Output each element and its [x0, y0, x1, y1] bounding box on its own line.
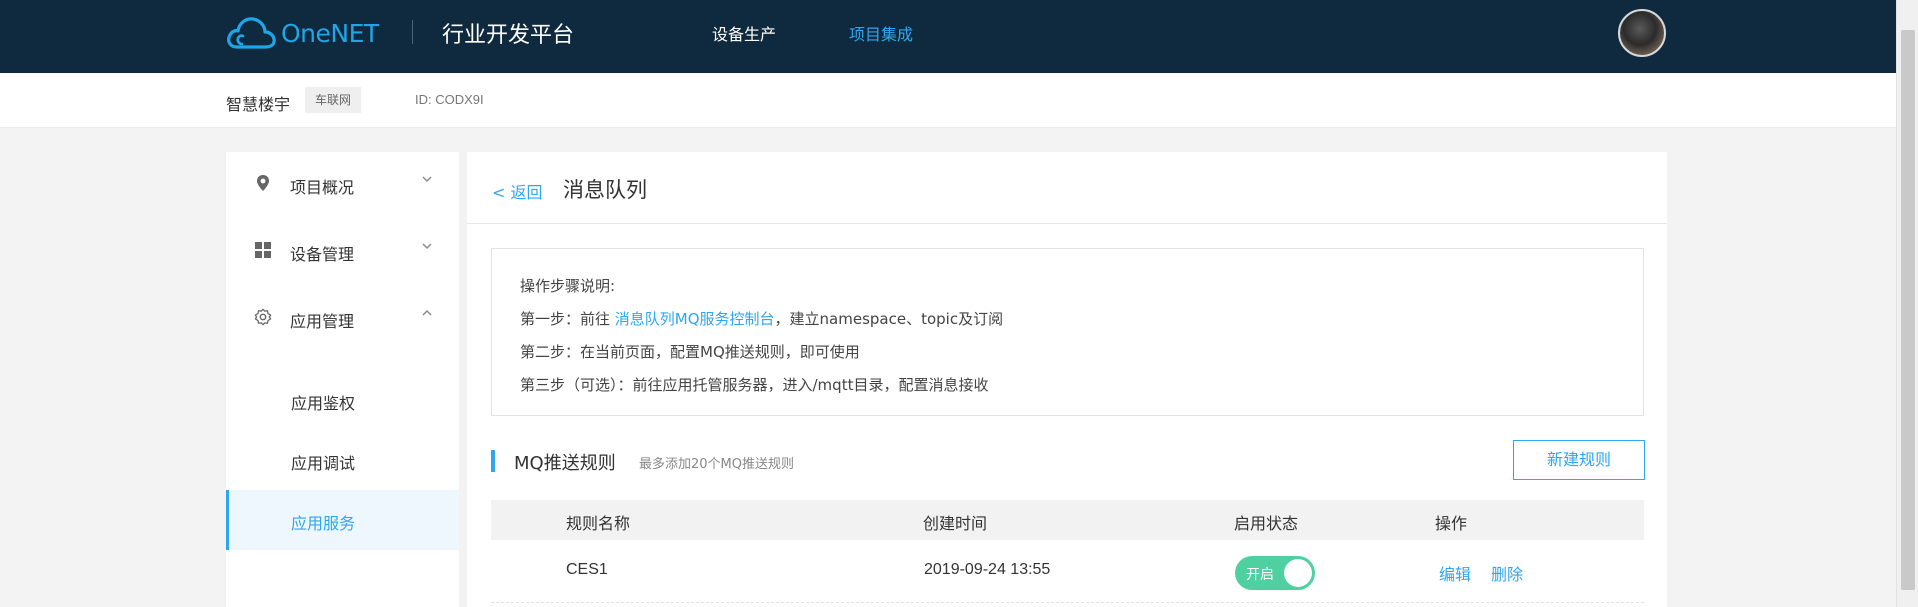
column-header-status: 启用状态 [1234, 514, 1299, 533]
new-rule-button[interactable]: 新建规则 [1513, 440, 1645, 480]
logo-text: OneNET [281, 18, 379, 48]
page-scrollbar[interactable] [1896, 0, 1918, 607]
main-panel: < 返回 消息队列 操作步骤说明: 第一步：前往 消息队列MQ服务控制台，建立n… [467, 152, 1667, 607]
sidebar-group-device-management[interactable]: 设备管理 [226, 219, 459, 279]
mq-console-link[interactable]: 消息队列MQ服务控制台 [615, 310, 775, 328]
step-1-prefix: 第一步：前往 [520, 310, 615, 328]
location-pin-icon [257, 175, 269, 191]
delete-link[interactable]: 删除 [1491, 561, 1523, 585]
sidebar-group-project-overview[interactable]: 项目概况 [226, 152, 459, 212]
section-accent-bar [491, 450, 495, 472]
project-name: 智慧楼宇 [226, 95, 291, 114]
sidebar-item-app-service[interactable]: 应用服务 [226, 490, 459, 550]
status-toggle[interactable]: 开启 [1235, 556, 1315, 590]
column-header-name: 规则名称 [566, 514, 631, 533]
chevron-down-icon [422, 243, 432, 249]
user-avatar[interactable] [1618, 9, 1666, 57]
chevron-up-icon [422, 310, 432, 316]
table-header: 规则名称 创建时间 启用状态 操作 [491, 500, 1644, 540]
created-time-cell: 2019-09-24 13:55 [924, 561, 1051, 578]
sidebar-group-label: 设备管理 [290, 245, 355, 264]
column-header-created: 创建时间 [923, 514, 988, 533]
nav-device-production[interactable]: 设备生产 [712, 21, 776, 45]
sidebar-item-label: 应用调试 [291, 454, 356, 473]
section-hint: 最多添加20个MQ推送规则 [639, 457, 794, 472]
chevron-down-icon [422, 176, 432, 182]
toggle-label: 开启 [1246, 567, 1274, 583]
sidebar-group-app-management[interactable]: 应用管理 [226, 286, 459, 346]
step-1-suffix: ，建立namespace、topic及订阅 [774, 310, 1004, 328]
instructions-box: 操作步骤说明: 第一步：前往 消息队列MQ服务控制台，建立namespace、t… [491, 248, 1644, 416]
sidebar-item-label: 应用鉴权 [291, 394, 356, 413]
grid-icon [255, 242, 271, 258]
step-3: 第三步（可选）：前往应用托管服务器，进入/mqtt目录，配置消息接收 [520, 376, 989, 394]
rule-name-cell: CES1 [566, 561, 608, 578]
column-header-actions: 操作 [1435, 514, 1468, 533]
section-title: MQ推送规则 [514, 453, 616, 474]
instructions-heading: 操作步骤说明: [520, 277, 616, 295]
project-info-bar: 智慧楼宇 车联网 ID: CODX9I [0, 73, 1896, 128]
page-title: 消息队列 [563, 178, 647, 202]
top-navbar: OneNET 行业开发平台 设备生产 项目集成 [0, 0, 1896, 73]
sidebar-item-app-debug[interactable]: 应用调试 [226, 430, 459, 490]
sidebar-group-label: 应用管理 [290, 312, 355, 331]
sidebar-item-app-auth[interactable]: 应用鉴权 [226, 370, 459, 430]
step-1: 第一步：前往 消息队列MQ服务控制台，建立namespace、topic及订阅 [520, 308, 1003, 329]
step-2: 第二步：在当前页面，配置MQ推送规则，即可使用 [520, 343, 860, 361]
sidebar-group-label: 项目概况 [290, 178, 355, 197]
onenet-logo[interactable]: OneNET [225, 14, 379, 52]
nav-project-integration[interactable]: 项目集成 [849, 21, 913, 45]
gear-icon [254, 308, 272, 326]
sidebar-item-label: 应用服务 [291, 514, 356, 533]
table-row: CES1 2019-09-24 13:55 开启 编辑 删除 [491, 540, 1644, 603]
cloud-logo-icon [227, 17, 276, 49]
logo-divider [412, 20, 413, 44]
back-link[interactable]: < 返回 [492, 179, 543, 203]
toggle-knob [1284, 559, 1312, 587]
page-header: < 返回 消息队列 [467, 152, 1667, 224]
scrollbar-thumb[interactable] [1901, 30, 1915, 590]
edit-link[interactable]: 编辑 [1439, 561, 1471, 585]
project-id: ID: CODX9I [415, 92, 484, 107]
platform-title: 行业开发平台 [442, 23, 575, 48]
project-tag-badge: 车联网 [305, 87, 362, 113]
sidebar: 项目概况 设备管理 应用管理 应用鉴权 应用调试 应用服务 [226, 152, 459, 607]
